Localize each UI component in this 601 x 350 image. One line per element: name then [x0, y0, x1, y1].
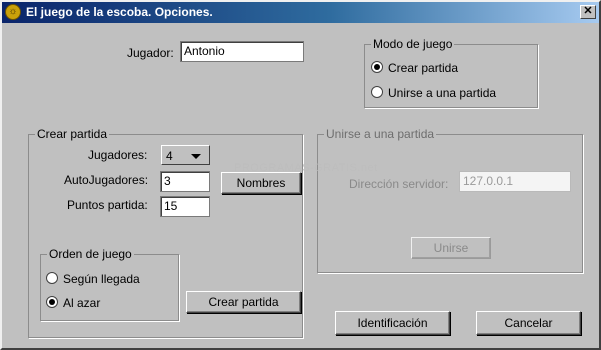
cancel-button[interactable]: Cancelar — [476, 311, 581, 335]
close-icon[interactable]: ✕ — [580, 5, 596, 19]
play-order-group: Orden de juego — [40, 247, 179, 321]
server-address-input[interactable]: 127.0.0.1 — [459, 171, 571, 192]
radio-create-game-label[interactable]: Crear partida — [388, 61, 458, 75]
create-game-button[interactable]: Crear partida — [186, 291, 301, 313]
players-label: Jugadores: — [88, 148, 148, 162]
server-address-label: Dirección servidor: — [349, 177, 449, 191]
window-title: El juego de la escoba. Opciones. — [26, 5, 213, 19]
chevron-down-icon — [191, 154, 201, 159]
coin-icon: ☼ — [5, 4, 21, 20]
player-label: Jugador: — [127, 46, 174, 60]
players-select[interactable]: 4 — [161, 145, 210, 165]
radio-random-order-label[interactable]: Al azar — [63, 296, 100, 310]
autoplayers-input[interactable]: 3 — [160, 171, 210, 192]
radio-create-game[interactable] — [371, 61, 383, 73]
points-input[interactable]: 15 — [160, 196, 210, 217]
radio-arrival-order-label[interactable]: Según llegada — [63, 272, 140, 286]
radio-arrival-order[interactable] — [46, 272, 58, 284]
radio-join-game-label[interactable]: Unirse a una partida — [388, 86, 496, 100]
options-dialog: ☼ El juego de la escoba. Opciones. ✕ Jug… — [0, 0, 601, 350]
radio-selected-dot — [374, 64, 380, 70]
title-bar[interactable]: ☼ El juego de la escoba. Opciones. ✕ — [2, 2, 599, 23]
join-button[interactable]: Unirse — [411, 237, 491, 259]
player-name-input[interactable]: Antonio — [180, 41, 304, 62]
points-label: Puntos partida: — [67, 198, 148, 212]
radio-random-order[interactable] — [46, 296, 58, 308]
names-button[interactable]: Nombres — [221, 172, 301, 194]
game-mode-title: Modo de juego — [371, 37, 455, 51]
create-game-title: Crear partida — [35, 127, 110, 141]
players-select-value: 4 — [166, 149, 173, 163]
join-game-title: Unirse a una partida — [324, 127, 437, 141]
play-order-title: Orden de juego — [47, 247, 134, 261]
radio-selected-dot — [49, 299, 55, 305]
identify-button[interactable]: Identificación — [335, 311, 450, 335]
radio-join-game[interactable] — [371, 86, 383, 98]
watermark: PROGRAMAS-GRATIS.net — [234, 162, 378, 174]
autoplayers-label: AutoJugadores: — [64, 173, 149, 187]
